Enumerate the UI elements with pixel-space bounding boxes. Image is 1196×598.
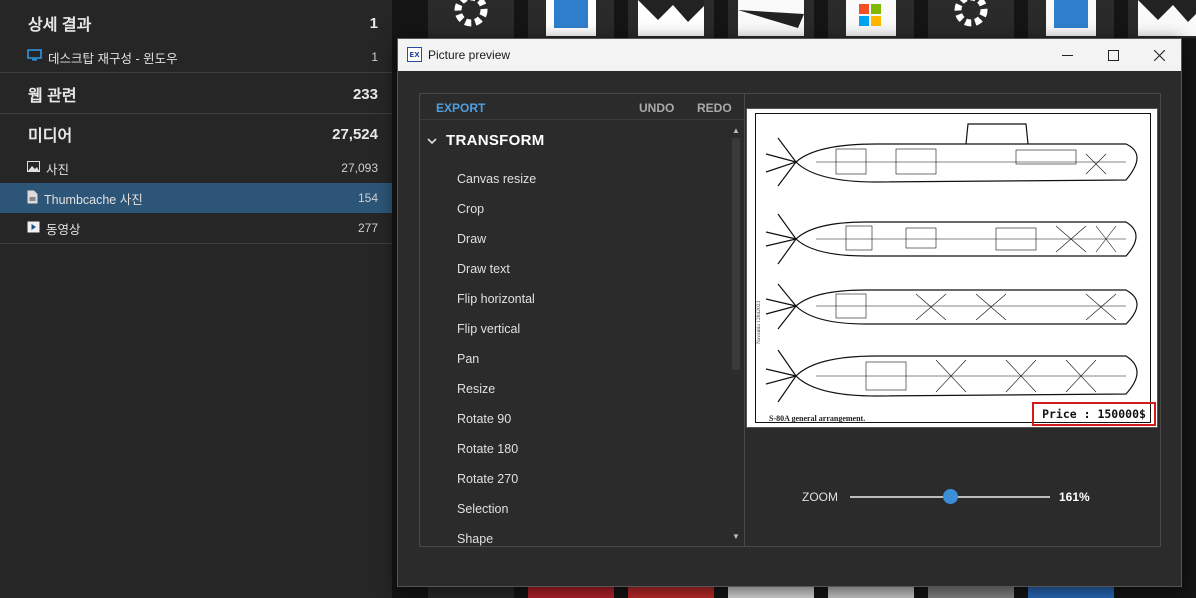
play-icon: [27, 221, 40, 236]
category-title: 상세 결과: [28, 17, 92, 34]
monitor-icon: [27, 49, 42, 65]
thumbnail[interactable]: [628, 0, 714, 38]
list-item-count: 154: [357, 191, 378, 205]
thumbnail[interactable]: [428, 0, 514, 38]
results-panel: 상세 결과 1 데스크탑 재구성 - 윈도우 1 웹 관련 233 미디어 27…: [0, 0, 392, 598]
zoom-value: 161%: [1059, 490, 1090, 504]
window-title: Picture preview: [428, 48, 511, 62]
zoom-slider-handle[interactable]: [942, 489, 958, 504]
maximize-button[interactable]: [1090, 39, 1136, 71]
chevron-down-icon: [426, 135, 438, 147]
category-count: 233: [352, 85, 378, 103]
tool-flip-vertical[interactable]: Flip vertical: [457, 322, 520, 336]
tool-rotate-270[interactable]: Rotate 270: [457, 472, 518, 486]
category-count: 27,524: [332, 125, 378, 143]
side-caption: Navantia 12042023: [756, 300, 762, 344]
redo-button[interactable]: REDO: [697, 101, 732, 115]
tool-rotate-90[interactable]: Rotate 90: [457, 412, 511, 426]
tool-resize[interactable]: Resize: [457, 382, 495, 396]
tool-crop[interactable]: Crop: [457, 202, 484, 216]
undo-button[interactable]: UNDO: [639, 101, 674, 115]
minimize-button[interactable]: [1044, 39, 1090, 71]
image-preview[interactable]: Navantia 12042023 S-80A general arrangem…: [746, 108, 1158, 428]
category-media[interactable]: 미디어 27,524: [0, 119, 392, 149]
scroll-up-icon[interactable]: ▲: [731, 126, 741, 135]
list-item-count: 1: [371, 50, 378, 64]
thumbnail[interactable]: [928, 0, 1014, 38]
image-icon: [27, 161, 40, 175]
tool-rotate-180[interactable]: Rotate 180: [457, 442, 518, 456]
list-item-desktop-reconstruction[interactable]: 데스크탑 재구성 - 윈도우 1: [0, 42, 392, 72]
list-item-videos[interactable]: 동영상 277: [0, 213, 392, 243]
tool-pan[interactable]: Pan: [457, 352, 479, 366]
divider: [0, 113, 392, 114]
scrollbar-thumb[interactable]: [732, 138, 740, 370]
drawing-caption: S-80A general arrangement.: [769, 414, 866, 423]
zoom-label: ZOOM: [802, 490, 838, 504]
picture-preview-dialog: EX Picture preview EXPORT UNDO REDO TRAN…: [397, 38, 1182, 587]
price-label: Price : 150000$: [1032, 402, 1156, 426]
tools-scrollbar[interactable]: ▲ ▼: [728, 124, 744, 544]
list-item-label: 데스크탑 재구성 - 윈도우: [48, 51, 178, 66]
section-label: TRANSFORM: [446, 132, 545, 149]
list-item-thumbcache-photos[interactable]: Thumbcache 사진 154: [0, 183, 392, 213]
thumbnail[interactable]: [728, 0, 814, 38]
tool-canvas-resize[interactable]: Canvas resize: [457, 172, 536, 186]
list-item-label: Thumbcache 사진: [44, 192, 143, 207]
tool-flip-horizontal[interactable]: Flip horizontal: [457, 292, 535, 306]
submarine-arrangement-image: [765, 123, 1138, 403]
thumbnail[interactable]: [828, 0, 914, 38]
scroll-down-icon[interactable]: ▼: [731, 532, 741, 541]
file-image-icon: [27, 190, 38, 207]
close-button[interactable]: [1136, 39, 1182, 71]
editor-panel: EXPORT UNDO REDO TRANSFORM Canvas resize…: [419, 93, 1161, 547]
category-detail-results[interactable]: 상세 결과 1: [0, 8, 392, 38]
thumbnail[interactable]: [528, 0, 614, 38]
title-bar[interactable]: EX Picture preview: [398, 39, 1181, 71]
list-item-count: 277: [357, 221, 378, 235]
list-item-label: 사진: [46, 162, 70, 177]
action-toolbar: EXPORT UNDO REDO: [420, 94, 745, 120]
tool-shape[interactable]: Shape: [457, 532, 493, 546]
app-icon: EX: [407, 47, 422, 62]
thumbnail[interactable]: [1128, 0, 1196, 38]
divider: [0, 243, 392, 244]
tool-selection[interactable]: Selection: [457, 502, 508, 516]
tool-draw[interactable]: Draw: [457, 232, 486, 246]
list-item-label: 동영상: [46, 222, 81, 237]
list-item-count: 27,093: [341, 161, 378, 175]
category-title: 웹 관련: [28, 88, 77, 105]
category-count: 1: [369, 14, 378, 32]
divider: [0, 72, 392, 73]
tools-column: EXPORT UNDO REDO TRANSFORM Canvas resize…: [420, 94, 745, 546]
export-button[interactable]: EXPORT: [436, 101, 485, 115]
transform-section-header[interactable]: TRANSFORM: [426, 132, 545, 149]
tool-draw-text[interactable]: Draw text: [457, 262, 510, 276]
submarine-drawing: Navantia 12042023 S-80A general arrangem…: [755, 113, 1156, 426]
thumbnail[interactable]: [1028, 0, 1114, 38]
category-web[interactable]: 웹 관련 233: [0, 79, 392, 109]
category-title: 미디어: [28, 128, 73, 145]
list-item-photos[interactable]: 사진 27,093: [0, 153, 392, 183]
